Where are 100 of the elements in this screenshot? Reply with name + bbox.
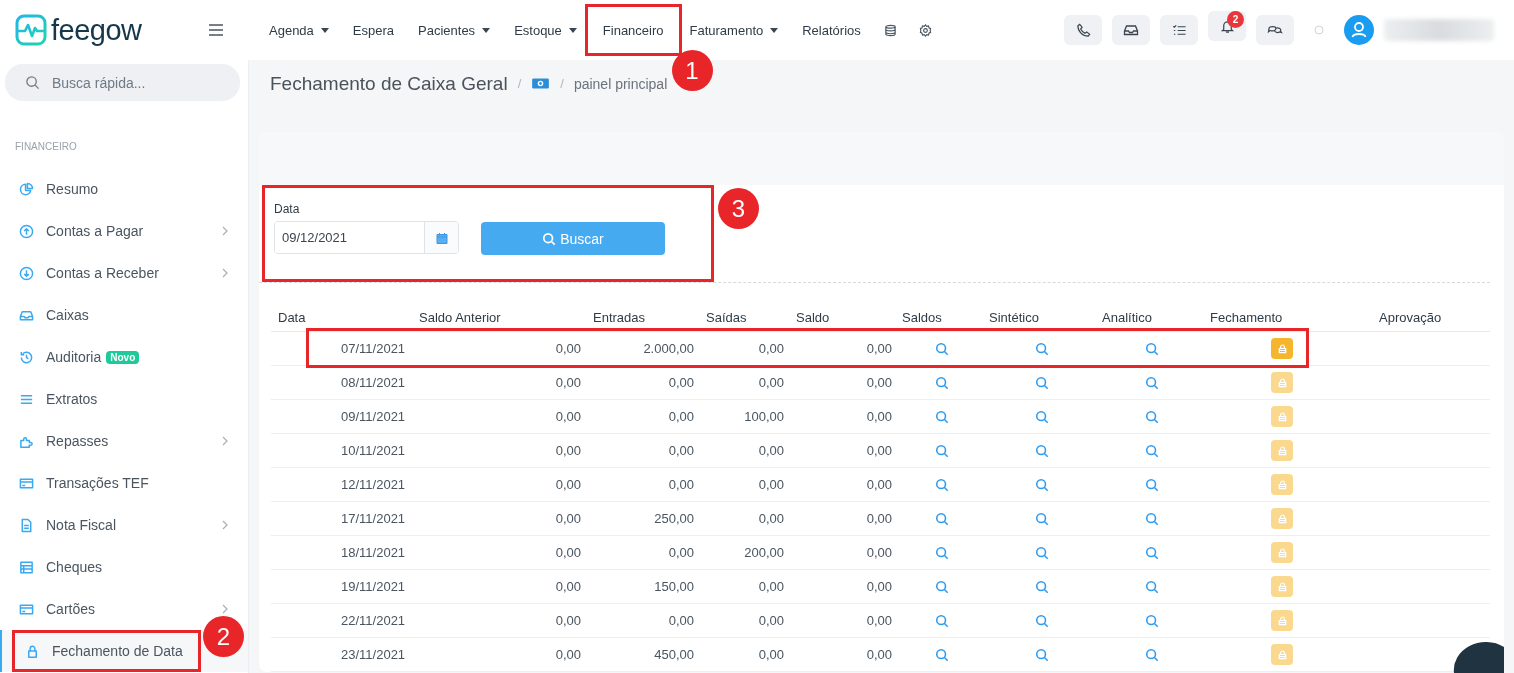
- column-header: Fechamento: [1209, 309, 1284, 325]
- database-icon[interactable]: [883, 23, 897, 37]
- calendar-icon: [435, 231, 448, 244]
- column-header: Saldo: [795, 309, 831, 325]
- sidebar-item[interactable]: Resumo: [0, 168, 248, 210]
- table-cell-text: 0,00: [554, 409, 582, 424]
- lock-icon: [1276, 411, 1288, 422]
- table-cell-text: 22/11/2021: [340, 613, 407, 628]
- search-icon[interactable]: [935, 613, 949, 628]
- search-icon[interactable]: [1145, 545, 1159, 560]
- inbox-button[interactable]: [1112, 15, 1150, 45]
- table-cell-text: 09/11/2021: [340, 409, 407, 424]
- search-icon[interactable]: [935, 409, 949, 424]
- table-cell-text: 200,00: [743, 545, 785, 560]
- search-icon[interactable]: [935, 511, 949, 526]
- sidebar-item[interactable]: Caixas: [0, 294, 248, 336]
- phone-button[interactable]: [1064, 15, 1102, 45]
- search-icon[interactable]: [1035, 511, 1049, 526]
- search-icon[interactable]: [1035, 647, 1049, 662]
- search-icon[interactable]: [1145, 443, 1159, 458]
- nav-link[interactable]: Financeiro: [588, 12, 678, 48]
- sidebar-label: Auditoria: [46, 349, 102, 365]
- settings-icon[interactable]: [918, 23, 932, 37]
- search-icon[interactable]: [935, 545, 949, 560]
- table-cell-text: 0,00: [667, 477, 695, 492]
- table-cell-text: 0,00: [554, 579, 582, 594]
- search-icon[interactable]: [1035, 409, 1049, 424]
- search-icon[interactable]: [1145, 511, 1159, 526]
- notifications-button[interactable]: 2: [1208, 11, 1246, 41]
- search-icon[interactable]: [1035, 545, 1049, 560]
- nav-link[interactable]: Espera: [340, 8, 407, 52]
- table-cell-text: 150,00: [653, 579, 695, 594]
- search-input[interactable]: Busca rápida...: [50, 73, 224, 92]
- search-icon[interactable]: [1145, 477, 1159, 492]
- search-icon[interactable]: [1035, 613, 1049, 628]
- column-header: Saídas: [705, 309, 748, 325]
- table-cell-text: 450,00: [653, 647, 695, 662]
- date-field[interactable]: 09/12/2021: [274, 221, 459, 254]
- history-icon: [19, 349, 34, 365]
- search-icon[interactable]: [935, 443, 949, 458]
- search-icon[interactable]: [935, 341, 949, 356]
- sidebar-label: Fechamento de Data: [52, 643, 183, 659]
- search-icon[interactable]: [1035, 443, 1049, 458]
- sidebar-label: Contas a Receber: [46, 265, 159, 281]
- sidebar-label: Resumo: [46, 181, 99, 197]
- sidebar-item[interactable]: Cheques: [0, 546, 248, 588]
- table-cell-text: 0,00: [757, 375, 785, 390]
- table-cell-text: 0,00: [554, 477, 582, 492]
- column-header: Entradas: [592, 309, 647, 325]
- search-icon[interactable]: [1145, 375, 1159, 390]
- lock-button[interactable]: [1271, 338, 1293, 359]
- search-icon[interactable]: [1145, 579, 1159, 594]
- sidebar-item[interactable]: Transações TEF: [0, 462, 248, 504]
- search-field[interactable]: Busca rápida...: [5, 64, 240, 101]
- sidebar-item[interactable]: Nota Fiscal: [0, 504, 248, 546]
- nav-link[interactable]: Faturamento: [677, 8, 791, 52]
- search-icon[interactable]: [1145, 409, 1159, 424]
- search-icon[interactable]: [1145, 341, 1159, 356]
- search-icon[interactable]: [1035, 375, 1049, 390]
- sidebar-label: Nota Fiscal: [46, 517, 117, 533]
- search-icon[interactable]: [935, 477, 949, 492]
- search-icon[interactable]: [1035, 477, 1049, 492]
- checklist-button[interactable]: [1160, 15, 1198, 45]
- checklist-icon: [1171, 22, 1187, 38]
- table-cell-text: 0,00: [554, 341, 582, 356]
- sidebar-item[interactable]: Extratos: [0, 378, 248, 420]
- search-icon[interactable]: [935, 375, 949, 390]
- sidebar-item[interactable]: Repasses: [0, 420, 248, 462]
- nav-link[interactable]: Pacientes: [406, 8, 503, 52]
- table-cell-text: 0,00: [757, 647, 785, 662]
- nav-link[interactable]: Estoque: [502, 8, 589, 52]
- nav-link[interactable]: Agenda: [257, 8, 341, 52]
- banknote-icon[interactable]: [531, 77, 551, 90]
- table-cell-text: 12/11/2021: [340, 477, 407, 492]
- search-icon[interactable]: [1035, 341, 1049, 356]
- table-cell-text: 0,00: [757, 443, 785, 458]
- column-header: Aprovação: [1378, 309, 1443, 325]
- search-icon[interactable]: [1145, 613, 1159, 628]
- table-cell-text: 19/11/2021: [340, 579, 407, 594]
- search-icon[interactable]: [1035, 579, 1049, 594]
- table-cell-text: 0,00: [865, 647, 893, 662]
- search-icon[interactable]: [935, 647, 949, 662]
- table-cell-text: 0,00: [667, 409, 695, 424]
- nav-link[interactable]: Relatórios: [790, 8, 873, 52]
- table-cell-text: 0,00: [865, 477, 893, 492]
- table-cell-text: 18/11/2021: [340, 545, 407, 560]
- sidebar-item[interactable]: Contas a Receber: [0, 252, 248, 294]
- table-cell-text: 17/11/2021: [340, 511, 407, 526]
- avatar-icon[interactable]: [1344, 15, 1374, 45]
- search-icon[interactable]: [1145, 647, 1159, 662]
- table-cell-text: 0,00: [865, 545, 893, 560]
- sidebar-label: Cheques: [46, 559, 103, 575]
- search-icon[interactable]: [935, 579, 949, 594]
- lock-icon: [1276, 513, 1288, 524]
- breadcrumb-link[interactable]: painel principal: [573, 75, 668, 92]
- menu-icon[interactable]: [208, 23, 224, 37]
- sidebar-item[interactable]: Contas a Pagar: [0, 210, 248, 252]
- sidebar-item[interactable]: Auditoria Novo: [0, 336, 248, 378]
- calendar-button[interactable]: [424, 222, 458, 253]
- chat-button[interactable]: [1256, 15, 1294, 45]
